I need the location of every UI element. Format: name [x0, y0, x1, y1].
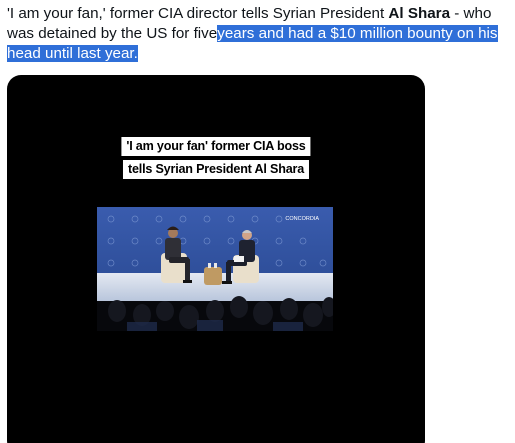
video-caption-line-2: tells Syrian President Al Shara	[122, 160, 310, 179]
post-text-part1: 'I am your fan,' former CIA director tel…	[7, 5, 389, 22]
person-left-suit	[165, 238, 181, 260]
side-table	[204, 267, 222, 285]
stage-scene: CONCORDIA	[97, 207, 333, 331]
video-player[interactable]: 'I am your fan' former CIA boss tells Sy…	[7, 75, 425, 443]
video-caption-line-1: 'I am your fan' former CIA boss	[121, 137, 311, 156]
post-text: 'I am your fan,' former CIA director tel…	[7, 4, 512, 64]
post-text-bold-name: Al Shara	[388, 5, 451, 22]
stage-logo-text: CONCORDIA	[285, 216, 319, 222]
video-frame: CONCORDIA	[97, 207, 333, 331]
